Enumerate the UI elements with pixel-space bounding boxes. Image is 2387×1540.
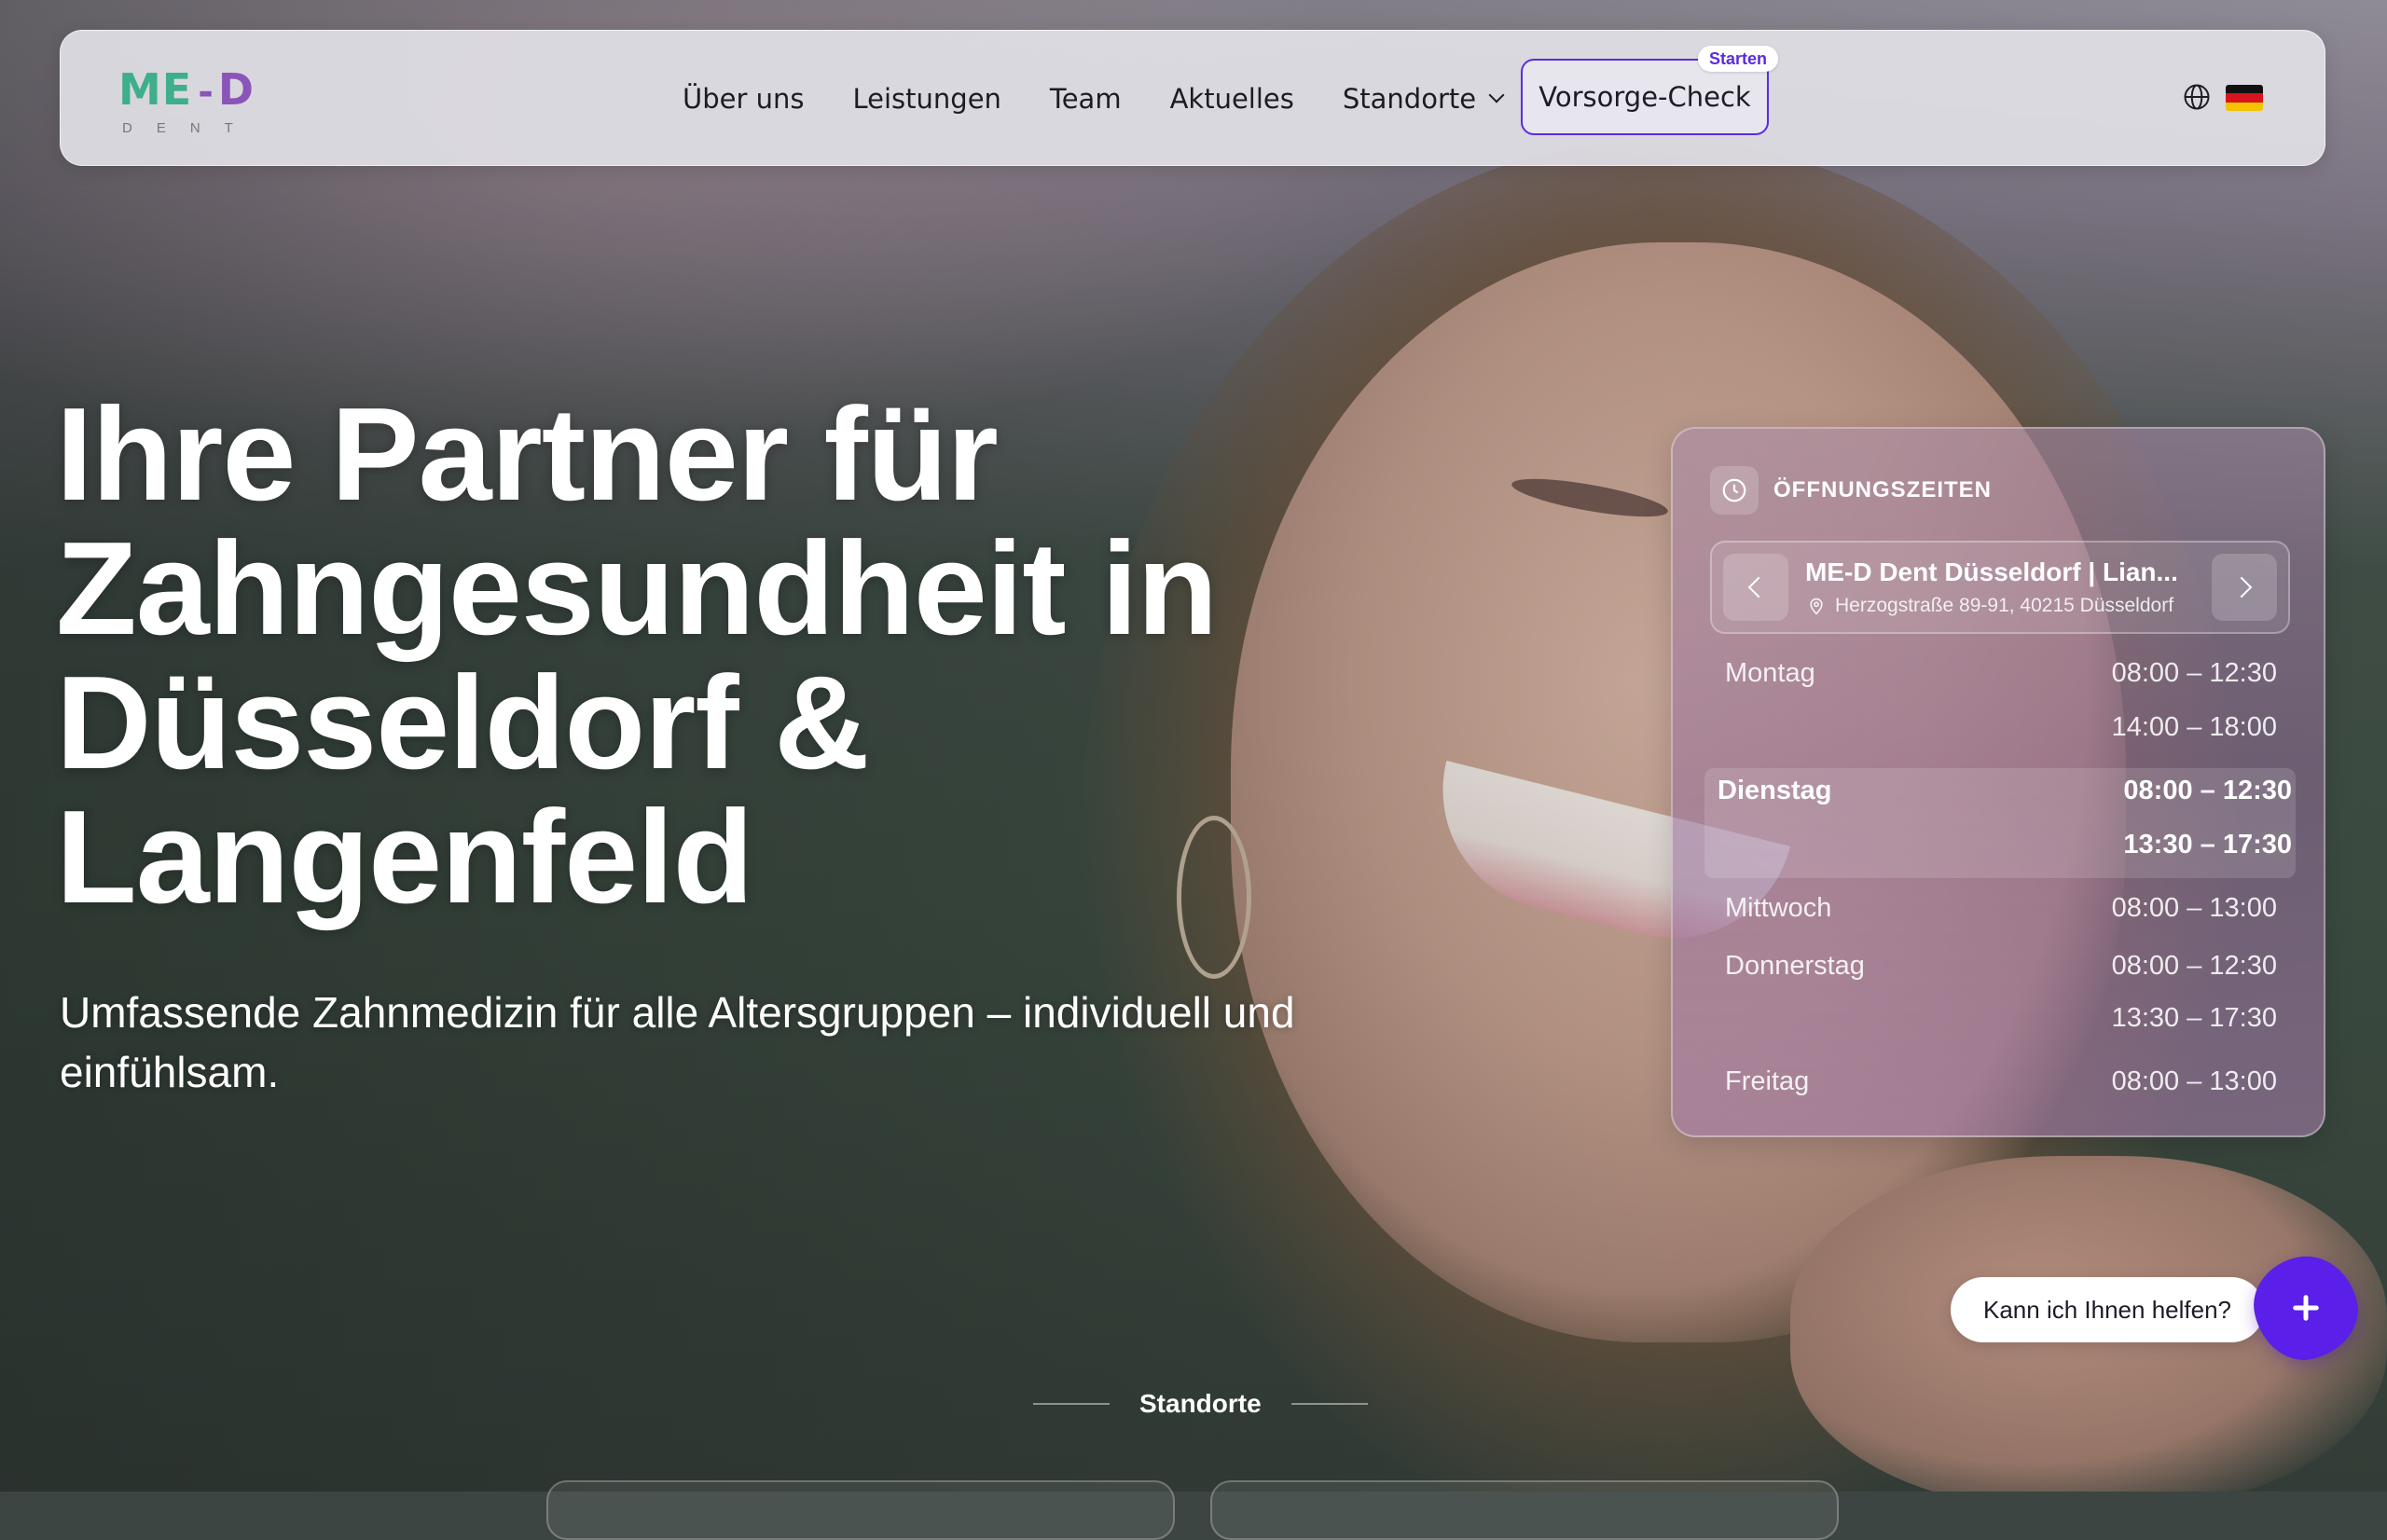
time-slot: 08:00 – 13:00 bbox=[2111, 1066, 2277, 1096]
plus-icon bbox=[2293, 1295, 2319, 1321]
logo-dash: - bbox=[198, 71, 214, 114]
main-navigation: Über uns Leistungen Team Aktuelles Stand… bbox=[683, 31, 1551, 167]
time-slot: 08:00 – 12:30 bbox=[2111, 658, 2277, 688]
nav-item-leistungen[interactable]: Leistungen bbox=[853, 83, 1001, 115]
flag-stripe-black bbox=[2226, 85, 2263, 94]
chevron-left-icon bbox=[1747, 576, 1770, 598]
starten-badge: Starten bbox=[1698, 46, 1779, 72]
locations-section-heading: Standorte bbox=[1033, 1389, 1368, 1419]
hours-row-montag: Montag 08:00 – 12:30 14:00 – 18:00 bbox=[1725, 658, 2277, 766]
german-flag-icon[interactable] bbox=[2226, 85, 2263, 111]
time-slot: 08:00 – 12:30 bbox=[2123, 776, 2292, 805]
previous-location-button[interactable] bbox=[1723, 554, 1788, 621]
time-slots: 08:00 – 12:30 14:00 – 18:00 bbox=[2112, 658, 2277, 766]
time-slot: 13:30 – 17:30 bbox=[2111, 1003, 2277, 1033]
chat-prompt-text: Kann ich Ihnen helfen? bbox=[1983, 1295, 2231, 1324]
opening-hours-title: ÖFFNUNGSZEITEN bbox=[1773, 477, 1992, 502]
time-slot: 13:30 – 17:30 bbox=[2123, 830, 2292, 859]
brand-logo[interactable]: ME -D DENT bbox=[118, 68, 257, 136]
day-label: Donnerstag bbox=[1725, 951, 1865, 981]
location-address: Herzogstraße 89-91, 40215 Düsseldorf bbox=[1807, 595, 2173, 617]
time-slot: 08:00 – 12:30 bbox=[2111, 951, 2277, 981]
logo-wordmark: ME -D bbox=[118, 68, 257, 111]
chat-prompt-bubble[interactable]: Kann ich Ihnen helfen? bbox=[1951, 1277, 2264, 1342]
logo-subtitle: DENT bbox=[122, 120, 257, 136]
nav-label: Über uns bbox=[683, 83, 805, 115]
time-slots: 08:00 – 13:00 bbox=[2112, 893, 2277, 947]
time-slots: 08:00 – 13:00 bbox=[2112, 1066, 2277, 1121]
time-slot: 14:00 – 18:00 bbox=[2111, 712, 2277, 742]
hours-row-dienstag: Dienstag 08:00 – 12:30 13:30 – 17:30 bbox=[1718, 776, 2292, 884]
cta-label: Vorsorge-Check bbox=[1538, 81, 1751, 113]
time-slots: 08:00 – 12:30 13:30 – 17:30 bbox=[2123, 776, 2292, 884]
map-pin-icon bbox=[1810, 598, 1823, 615]
location-selector: ME-D Dent Düsseldorf | Lian... Herzogstr… bbox=[1710, 541, 2290, 634]
divider-line bbox=[1290, 1403, 1368, 1405]
nav-item-aktuelles[interactable]: Aktuelles bbox=[1170, 83, 1294, 115]
opening-hours-card: ÖFFNUNGSZEITEN ME-D Dent Düsseldorf | Li… bbox=[1671, 427, 2325, 1137]
logo-me: ME bbox=[118, 64, 193, 115]
next-location-button[interactable] bbox=[2212, 554, 2277, 621]
nav-item-ueber-uns[interactable]: Über uns bbox=[683, 83, 805, 115]
day-label: Mittwoch bbox=[1725, 893, 1832, 923]
hero-subtitle: Umfassende Zahnmedizin für alle Altersgr… bbox=[60, 988, 1295, 1096]
day-label: Montag bbox=[1725, 658, 1815, 688]
clock-icon bbox=[1710, 466, 1759, 515]
hours-row-donnerstag: Donnerstag 08:00 – 12:30 13:30 – 17:30 bbox=[1725, 951, 2277, 1057]
chevron-down-icon bbox=[1488, 87, 1505, 103]
location-card-preview[interactable] bbox=[546, 1480, 1175, 1540]
location-name: ME-D Dent Düsseldorf | Lian... bbox=[1805, 557, 2178, 586]
location-address-text: Herzogstraße 89-91, 40215 Düsseldorf bbox=[1835, 595, 2174, 616]
top-navbar: ME -D DENT Über uns Leistungen Team Aktue… bbox=[60, 30, 2325, 166]
nav-item-standorte-dropdown[interactable]: Standorte bbox=[1342, 83, 1505, 115]
hours-row-freitag: Freitag 08:00 – 13:00 bbox=[1725, 1066, 2277, 1121]
nav-item-team[interactable]: Team bbox=[1050, 83, 1122, 115]
opening-hours-header: ÖFFNUNGSZEITEN bbox=[1710, 466, 1992, 515]
locations-section-label: Standorte bbox=[1139, 1389, 1262, 1418]
hero-title: Ihre Partner für Zahngesundheit in Düsse… bbox=[56, 380, 1218, 931]
flag-stripe-gold bbox=[2226, 102, 2263, 111]
location-card-preview[interactable] bbox=[1210, 1480, 1839, 1540]
flag-stripe-red bbox=[2226, 93, 2263, 103]
divider-line bbox=[1033, 1403, 1110, 1405]
nav-label: Team bbox=[1049, 83, 1122, 115]
globe-icon[interactable] bbox=[2183, 83, 2211, 111]
logo-d: D bbox=[217, 64, 255, 115]
hours-row-mittwoch: Mittwoch 08:00 – 13:00 bbox=[1725, 893, 2277, 947]
day-label: Dienstag bbox=[1718, 776, 1832, 805]
day-label: Freitag bbox=[1725, 1066, 1810, 1096]
nav-label: Standorte bbox=[1342, 83, 1477, 115]
time-slots: 08:00 – 12:30 13:30 – 17:30 bbox=[2112, 951, 2277, 1057]
chevron-right-icon bbox=[2230, 576, 2253, 598]
time-slot: 08:00 – 13:00 bbox=[2111, 893, 2277, 923]
nav-label: Leistungen bbox=[852, 83, 1001, 115]
nav-label: Aktuelles bbox=[1169, 83, 1294, 115]
